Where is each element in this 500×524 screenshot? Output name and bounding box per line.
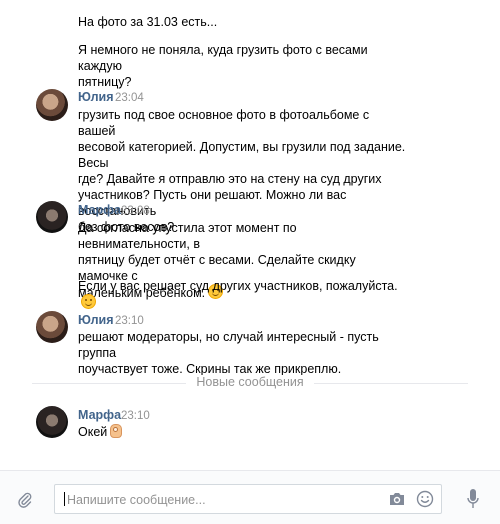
message-time[interactable]: 23:04 xyxy=(115,92,144,104)
new-messages-divider: Новые сообщения xyxy=(0,375,500,389)
new-messages-label: Новые сообщения xyxy=(186,375,314,389)
message-text: Окей xyxy=(78,424,408,440)
message-text: На фото за 31.03 есть... xyxy=(78,14,408,30)
smile-emoji-icon xyxy=(81,294,96,309)
camera-icon[interactable] xyxy=(388,491,406,507)
message-line: пятницу? xyxy=(78,75,132,89)
message-author[interactable]: Юлия xyxy=(78,90,114,104)
message-composer xyxy=(0,470,500,524)
message-text: Если у вас решает суд других участников,… xyxy=(78,278,408,311)
message-line: где? Давайте я отправлю это на стену на … xyxy=(78,172,382,186)
avatar[interactable] xyxy=(36,89,68,121)
microphone-icon[interactable] xyxy=(467,488,479,510)
message-author[interactable]: Юлия xyxy=(78,313,114,327)
message-line: Да согласна упустила этот момент по невн… xyxy=(78,221,297,251)
paperclip-icon[interactable] xyxy=(18,491,32,509)
avatar[interactable] xyxy=(36,311,68,343)
message-line: грузить под свое основное фото в фотоаль… xyxy=(78,108,370,138)
message-line: Если у вас решает суд других участников,… xyxy=(78,279,398,293)
avatar[interactable] xyxy=(36,201,68,233)
message-line: На фото за 31.03 есть... xyxy=(78,15,218,29)
message-author[interactable]: Марфа xyxy=(78,408,121,422)
avatar[interactable] xyxy=(36,406,68,438)
message-line: Окей xyxy=(78,425,108,439)
message-line: решают модераторы, но случай интересный … xyxy=(78,330,379,360)
message-line: Я немного не поняла, куда грузить фото с… xyxy=(78,43,368,73)
message-input-box[interactable] xyxy=(54,484,442,515)
message-author[interactable]: Марфа xyxy=(78,203,121,217)
message-time[interactable]: 23:10 xyxy=(115,315,144,327)
message-input[interactable] xyxy=(65,485,369,515)
message-line: весовой категорией. Допустим, вы грузили… xyxy=(78,140,406,170)
ok-hand-emoji-icon xyxy=(110,424,123,438)
message-text: Я немного не поняла, куда грузить фото с… xyxy=(78,42,408,90)
message-text: решают модераторы, но случай интересный … xyxy=(78,329,408,377)
message-history: На фото за 31.03 есть... Я немного не по… xyxy=(0,0,500,470)
message-time[interactable]: 23:10 xyxy=(121,410,150,422)
smile-icon[interactable] xyxy=(416,490,434,508)
message-time[interactable]: 23:08 xyxy=(121,205,150,217)
